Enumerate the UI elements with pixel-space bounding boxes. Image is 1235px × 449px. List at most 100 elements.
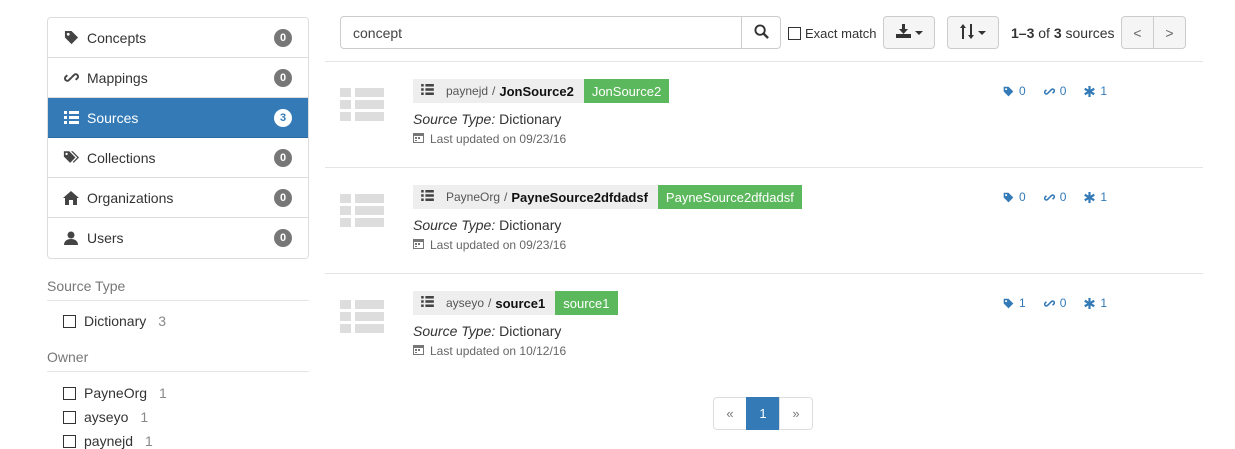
home-icon xyxy=(63,190,79,206)
download-dropdown-button[interactable] xyxy=(883,16,935,49)
asterisk-icon xyxy=(1084,85,1096,97)
facet-option-count: 1 xyxy=(159,385,167,401)
facet-option[interactable]: PayneOrg 1 xyxy=(63,385,309,401)
next-page-button[interactable]: > xyxy=(1153,16,1186,49)
facet-title-owner: Owner xyxy=(47,349,309,372)
nav-label: Sources xyxy=(87,109,139,126)
last-updated-text: Last updated on 10/12/16 xyxy=(430,344,567,358)
results-list: paynejd / JonSource2 JonSource2 Source T… xyxy=(325,61,1203,379)
source-counts: 0 0 1 xyxy=(1003,84,1125,98)
facet-option-count: 1 xyxy=(140,409,149,425)
concept-count[interactable]: 1 xyxy=(1003,296,1026,310)
source-id-badge: JonSource2 xyxy=(583,79,670,103)
calendar-icon xyxy=(413,238,424,252)
source-thumbnail-icon xyxy=(340,300,384,336)
asterisk-icon xyxy=(1084,191,1096,203)
last-updated-text: Last updated on 09/23/16 xyxy=(430,238,567,252)
nav-item-sources[interactable]: Sources 3 xyxy=(48,98,308,138)
download-icon xyxy=(895,24,911,41)
source-counts: 0 0 1 xyxy=(1003,190,1125,204)
version-count[interactable]: 1 xyxy=(1084,84,1107,98)
pagination: « 1 » xyxy=(713,397,813,430)
last-updated: Last updated on 09/23/16 xyxy=(413,238,566,252)
count-badge: 0 xyxy=(274,229,292,247)
search-button[interactable] xyxy=(741,16,781,49)
facet-title-source-type: Source Type xyxy=(47,278,309,301)
facet-option[interactable]: Dictionary 3 xyxy=(63,313,309,329)
tag-icon xyxy=(1003,298,1014,308)
facet-option-label: paynejd xyxy=(84,433,134,449)
mapping-count[interactable]: 0 xyxy=(1043,190,1066,204)
calendar-icon xyxy=(413,132,424,146)
list-icon xyxy=(421,84,434,98)
source-thumbnail-icon xyxy=(340,194,384,230)
facet-option-label: ayseyo xyxy=(84,409,129,425)
mapping-count[interactable]: 0 xyxy=(1043,84,1066,98)
chevron-down-icon xyxy=(978,30,986,35)
concept-count[interactable]: 0 xyxy=(1003,84,1026,98)
exact-match-label: Exact match xyxy=(805,26,877,41)
count-badge: 0 xyxy=(274,29,292,47)
facet-option[interactable]: ayseyo 1 xyxy=(63,409,309,425)
mapping-count[interactable]: 0 xyxy=(1043,296,1066,310)
source-counts: 1 0 1 xyxy=(1003,296,1125,310)
pagination-page[interactable]: 1 xyxy=(746,397,780,430)
source-type-value: Dictionary xyxy=(499,217,562,233)
sort-dropdown-button[interactable] xyxy=(947,16,999,49)
checkbox[interactable] xyxy=(63,386,76,400)
nav-label: Organizations xyxy=(87,189,174,206)
asterisk-icon xyxy=(1084,297,1096,309)
version-count[interactable]: 1 xyxy=(1084,296,1107,310)
search-input[interactable]: concept xyxy=(340,16,742,49)
version-count[interactable]: 1 xyxy=(1084,190,1107,204)
source-link[interactable]: PayneOrg / PayneSource2dfdadsf xyxy=(413,185,658,209)
link-icon xyxy=(1043,299,1055,307)
range-label: sources xyxy=(1065,25,1115,41)
source-name: source1 xyxy=(495,295,546,311)
list-item: paynejd / JonSource2 JonSource2 Source T… xyxy=(325,61,1203,167)
chevron-down-icon xyxy=(914,30,923,35)
source-owner: PayneOrg xyxy=(446,190,501,204)
last-updated: Last updated on 10/12/16 xyxy=(413,344,566,358)
source-type-value: Dictionary xyxy=(499,323,562,339)
tag-icon xyxy=(1003,192,1014,202)
toolbar: concept Exact match 1–3 of 3 sources < > xyxy=(340,16,1220,51)
source-name: PayneSource2dfdadsf xyxy=(511,189,648,205)
source-title: PayneOrg / PayneSource2dfdadsf PayneSour… xyxy=(413,185,802,209)
source-title: paynejd / JonSource2 JonSource2 xyxy=(413,79,670,103)
nav-item-collections[interactable]: Collections 0 xyxy=(48,138,308,178)
nav-item-concepts[interactable]: Concepts 0 xyxy=(48,18,308,58)
source-name: JonSource2 xyxy=(499,83,574,99)
source-link[interactable]: paynejd / JonSource2 xyxy=(413,79,584,103)
source-title: ayseyo / source1 source1 xyxy=(413,291,618,315)
checkbox[interactable] xyxy=(63,314,76,328)
list-item: ayseyo / source1 source1 Source Type: Di… xyxy=(325,273,1203,379)
list-icon xyxy=(63,110,79,126)
prev-page-button[interactable]: < xyxy=(1121,16,1154,49)
source-type: Source Type: Dictionary xyxy=(413,111,561,127)
source-type-label: Source Type: xyxy=(413,217,496,233)
concept-count[interactable]: 0 xyxy=(1003,190,1026,204)
link-icon xyxy=(1043,193,1055,201)
source-type: Source Type: Dictionary xyxy=(413,323,561,339)
nav-label: Concepts xyxy=(87,29,147,46)
source-link[interactable]: ayseyo / source1 xyxy=(413,291,556,315)
nav-label: Users xyxy=(87,230,124,246)
source-owner: ayseyo xyxy=(446,296,485,310)
pagination-next[interactable]: » xyxy=(779,397,813,430)
tags-icon xyxy=(63,150,79,166)
nav-item-users[interactable]: Users 0 xyxy=(48,218,308,258)
pagination-prev[interactable]: « xyxy=(713,397,747,430)
checkbox[interactable] xyxy=(63,410,76,424)
exact-match-toggle[interactable]: Exact match xyxy=(788,26,877,41)
link-icon xyxy=(63,70,79,86)
facet-option[interactable]: paynejd 1 xyxy=(63,433,309,449)
facet-option-label: Dictionary xyxy=(84,313,147,329)
checkbox[interactable] xyxy=(63,434,76,448)
nav-item-organizations[interactable]: Organizations 0 xyxy=(48,178,308,218)
facet-option-count: 1 xyxy=(145,433,153,449)
nav-label: Collections xyxy=(87,149,156,166)
nav-item-mappings[interactable]: Mappings 0 xyxy=(48,58,308,98)
exact-match-checkbox[interactable] xyxy=(788,27,801,40)
count-badge: 0 xyxy=(274,189,292,207)
